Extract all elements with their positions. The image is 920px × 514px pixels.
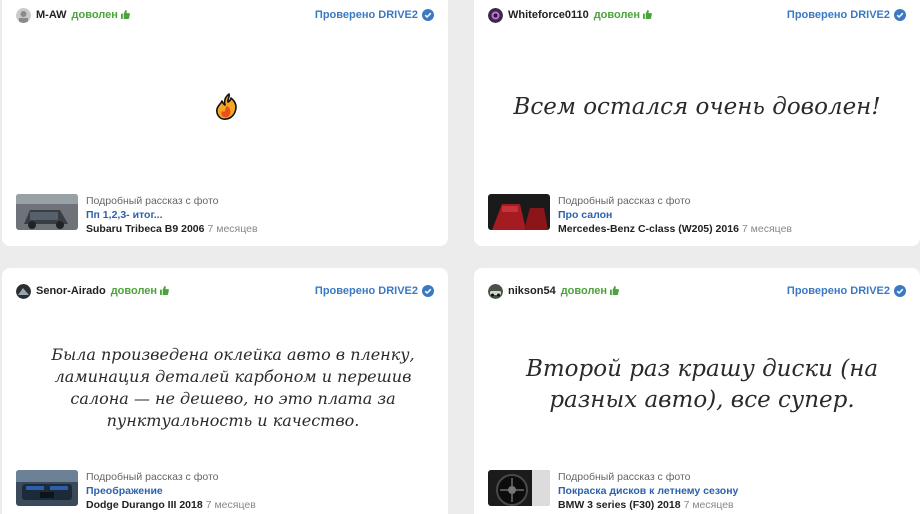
satisfaction-label: доволен: [593, 9, 653, 21]
post-footer: Подробный рассказ с фото Про салон Merce…: [488, 194, 910, 235]
review-card: M-AW доволен Проверено DRIVE2 Подробный …: [2, 0, 448, 246]
username-link[interactable]: M-AW: [36, 9, 67, 21]
verified-check-icon: [422, 9, 434, 21]
post-footer: Подробный рассказ с фото Пп 1,2,3- итог.…: [16, 194, 438, 235]
post-meta: Подробный рассказ с фото Пп 1,2,3- итог.…: [86, 194, 258, 236]
satisfaction-label: доволен: [72, 9, 130, 21]
satisfaction-label: доволен: [111, 285, 169, 297]
post-title-link[interactable]: Пп 1,2,3- итог...: [86, 208, 258, 222]
car-info: Mercedes-Benz C-class (W205) 2016 7 месяц…: [558, 222, 792, 236]
post-age: 7 месяцев: [741, 223, 792, 235]
review-header: M-AW доволен Проверено DRIVE2: [16, 7, 434, 23]
car-info: Dodge Durango III 2018 7 месяцев: [86, 498, 256, 512]
car-name[interactable]: BMW 3 series (F30) 2018: [558, 499, 681, 511]
verified-badge[interactable]: Проверено DRIVE2: [315, 285, 434, 297]
post-subtitle: Подробный рассказ с фото: [86, 195, 219, 207]
post-meta: Подробный рассказ с фото Преображение Do…: [86, 470, 256, 512]
car-name[interactable]: Dodge Durango III 2018: [86, 499, 203, 511]
post-title-link[interactable]: Преображение: [86, 484, 256, 498]
post-thumbnail[interactable]: [488, 194, 550, 230]
car-info: Subaru Tribeca B9 2006 7 месяцев: [86, 222, 258, 236]
post-thumbnail[interactable]: [16, 194, 78, 230]
avatar[interactable]: [16, 283, 31, 299]
thumbs-up-icon: [610, 286, 619, 295]
post-title-link[interactable]: Про салон: [558, 208, 792, 222]
verified-check-icon: [894, 9, 906, 21]
verified-badge[interactable]: Проверено DRIVE2: [787, 9, 906, 21]
car-name[interactable]: Mercedes-Benz C-class (W205) 2016: [558, 223, 739, 235]
verified-check-icon: [894, 285, 906, 297]
post-footer: Подробный рассказ с фото Покраска дисков…: [488, 470, 910, 511]
verified-badge[interactable]: Проверено DRIVE2: [315, 9, 434, 21]
satisfaction-text: доволен: [560, 285, 608, 297]
review-card: Senor-Airado доволен Проверено DRIVE2 Бы…: [2, 268, 448, 514]
verified-check-icon: [422, 285, 434, 297]
satisfaction-label: доволен: [561, 285, 619, 297]
username-link[interactable]: Senor-Airado: [36, 285, 106, 297]
verified-text: Проверено DRIVE2: [786, 285, 890, 297]
post-thumbnail[interactable]: [16, 470, 78, 506]
post-subtitle: Подробный рассказ с фото: [558, 471, 691, 483]
thumbs-up-icon: [120, 10, 130, 19]
review-header: nikson54 доволен Проверено DRIVE2: [488, 283, 906, 299]
review-header: Whiteforce0110 доволен Проверено DRIVE2: [488, 7, 906, 23]
post-footer: Подробный рассказ с фото Преображение Do…: [16, 470, 438, 511]
review-header: Senor-Airado доволен Проверено DRIVE2: [16, 283, 434, 299]
post-meta: Подробный рассказ с фото Про салон Merce…: [558, 194, 792, 236]
avatar[interactable]: [16, 7, 31, 23]
avatar[interactable]: [488, 283, 503, 299]
post-age: 7 месяцев: [205, 499, 256, 511]
flame-icon: [216, 93, 237, 120]
review-quote: Второй раз крашу диски (на разных авто),…: [525, 356, 879, 413]
post-age: 7 месяцев: [207, 223, 258, 235]
review-card: nikson54 доволен Проверено DRIVE2 Второй…: [474, 268, 920, 514]
car-info: BMW 3 series (F30) 2018 7 месяцев: [558, 498, 738, 512]
car-name[interactable]: Subaru Tribeca B9 2006: [86, 223, 204, 235]
avatar[interactable]: [488, 7, 503, 23]
verified-text: Проверено DRIVE2: [786, 9, 890, 21]
satisfaction-text: доволен: [593, 9, 641, 21]
review-quote: Была произведена оклейка авто в пленку, …: [51, 345, 415, 430]
thumbs-up-icon: [643, 10, 653, 19]
post-title-link[interactable]: Покраска дисков к летнему сезону: [558, 484, 738, 498]
post-age: 7 месяцев: [683, 499, 734, 511]
post-thumbnail[interactable]: [488, 470, 550, 506]
satisfaction-text: доволен: [110, 285, 158, 297]
thumbs-up-icon: [160, 286, 169, 295]
review-quote: Всем остался очень доволен!: [513, 94, 881, 120]
satisfaction-text: доволен: [71, 9, 118, 21]
post-meta: Подробный рассказ с фото Покраска дисков…: [558, 470, 738, 512]
username-link[interactable]: Whiteforce0110: [508, 9, 589, 21]
username-link[interactable]: nikson54: [508, 285, 556, 297]
verified-text: Проверено DRIVE2: [314, 285, 418, 297]
review-card: Whiteforce0110 доволен Проверено DRIVE2 …: [474, 0, 920, 246]
post-subtitle: Подробный рассказ с фото: [86, 471, 219, 483]
verified-text: Проверено DRIVE2: [314, 9, 418, 21]
verified-badge[interactable]: Проверено DRIVE2: [787, 285, 906, 297]
post-subtitle: Подробный рассказ с фото: [558, 195, 691, 207]
